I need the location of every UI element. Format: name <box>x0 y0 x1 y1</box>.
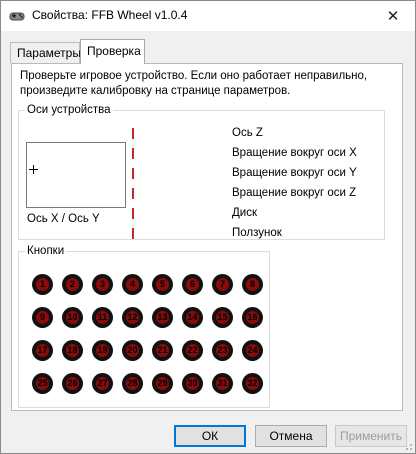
device-axes-group: Оси устройства Ось X / Ось Y Ось Z Враще… <box>18 104 385 240</box>
button-indicator: 29 <box>152 373 173 394</box>
axis-indicator-rz <box>132 188 134 199</box>
button-indicator: 11 <box>92 307 113 328</box>
title-bar: Свойства: FFB Wheel v1.0.4 ✕ <box>1 1 415 31</box>
button-indicator: 17 <box>32 340 53 361</box>
button-indicator: 13 <box>152 307 173 328</box>
button-number: 7 <box>219 279 225 289</box>
button-indicator: 18 <box>62 340 83 361</box>
button-number: 24 <box>247 345 258 355</box>
button-indicator: 8 <box>242 274 263 295</box>
button-number: 1 <box>39 279 45 289</box>
button-indicator: 25 <box>32 373 53 394</box>
button-indicator: 1 <box>32 274 53 295</box>
button-indicator: 10 <box>62 307 83 328</box>
button-number: 11 <box>97 312 108 322</box>
button-indicator: 28 <box>122 373 143 394</box>
game-controller-icon <box>9 12 25 21</box>
button-indicator: 30 <box>182 373 203 394</box>
button-number: 17 <box>37 345 48 355</box>
cancel-button[interactable]: Отмена <box>255 425 327 447</box>
button-indicator: 31 <box>212 373 233 394</box>
tab-panel-test: Проверьте игровое устройство. Если оно р… <box>11 63 403 411</box>
button-indicator: 23 <box>212 340 233 361</box>
axis-label-rz: Вращение вокруг оси Z <box>232 187 357 199</box>
xy-axis-display <box>26 142 126 208</box>
axis-label-ry: Вращение вокруг оси Y <box>232 167 357 179</box>
button-number: 8 <box>249 279 255 289</box>
button-number: 26 <box>67 378 78 388</box>
button-number: 15 <box>217 312 228 322</box>
apply-button[interactable]: Применить <box>335 425 407 447</box>
button-number: 12 <box>127 312 138 322</box>
button-indicator: 4 <box>122 274 143 295</box>
button-indicator: 2 <box>62 274 83 295</box>
buttons-group: Кнопки 1 2 3 4 5 6 7 8 9 10 11 12 13 14 15 16 17 18 19 20 21… <box>18 245 270 408</box>
axis-indicator-slider <box>132 228 134 239</box>
close-icon: ✕ <box>386 8 400 25</box>
button-number: 13 <box>157 312 168 322</box>
button-number: 2 <box>69 279 75 289</box>
button-indicator: 9 <box>32 307 53 328</box>
properties-window: Свойства: FFB Wheel v1.0.4 ✕ Параметры П… <box>0 0 416 454</box>
tab-test[interactable]: Проверка <box>80 39 145 64</box>
button-number: 4 <box>129 279 135 289</box>
xy-axis-caption: Ось X / Ось Y <box>27 213 100 225</box>
description-text: Проверьте игровое устройство. Если оно р… <box>20 70 368 97</box>
button-indicator: 3 <box>92 274 113 295</box>
axis-indicator-dial <box>132 208 134 219</box>
button-indicator: 16 <box>242 307 263 328</box>
resize-grip-icon[interactable] <box>403 441 413 451</box>
button-number: 23 <box>217 345 228 355</box>
button-number: 29 <box>157 378 168 388</box>
axis-indicator-z <box>132 128 134 139</box>
axis-indicator-rx <box>132 148 134 159</box>
button-number: 22 <box>187 345 198 355</box>
axis-indicator-ry <box>132 168 134 179</box>
button-number: 19 <box>97 345 108 355</box>
axis-label-dial: Диск <box>232 207 257 219</box>
tab-parameters[interactable]: Параметры <box>10 42 81 63</box>
button-indicator: 15 <box>212 307 233 328</box>
button-number: 5 <box>159 279 165 289</box>
button-number: 3 <box>99 279 105 289</box>
axis-label-slider: Ползунок <box>232 227 282 239</box>
window-title: Свойства: FFB Wheel v1.0.4 <box>32 8 188 22</box>
button-indicator: 12 <box>122 307 143 328</box>
button-indicator: 5 <box>152 274 173 295</box>
button-indicator: 24 <box>242 340 263 361</box>
button-indicator: 27 <box>92 373 113 394</box>
button-indicator: 22 <box>182 340 203 361</box>
button-number: 28 <box>127 378 138 388</box>
button-indicator: 26 <box>62 373 83 394</box>
button-number: 20 <box>127 345 138 355</box>
button-number: 16 <box>247 312 258 322</box>
button-number: 27 <box>97 378 108 388</box>
button-number: 31 <box>217 378 228 388</box>
buttons-group-legend: Кнопки <box>27 245 65 257</box>
axis-label-rx: Вращение вокруг оси X <box>232 147 357 159</box>
crosshair-icon <box>29 165 38 174</box>
close-button[interactable]: ✕ <box>371 1 415 31</box>
button-indicator: 20 <box>122 340 143 361</box>
button-indicator: 19 <box>92 340 113 361</box>
button-number: 9 <box>39 312 45 322</box>
button-number: 30 <box>187 378 198 388</box>
button-number: 32 <box>247 378 258 388</box>
button-indicator: 32 <box>242 373 263 394</box>
button-indicator: 6 <box>182 274 203 295</box>
button-number: 18 <box>67 345 78 355</box>
button-indicator: 7 <box>212 274 233 295</box>
button-indicator: 21 <box>152 340 173 361</box>
button-indicator: 14 <box>182 307 203 328</box>
button-number: 6 <box>189 279 195 289</box>
ok-button[interactable]: ОК <box>174 425 246 447</box>
button-number: 14 <box>187 312 198 322</box>
button-number: 10 <box>67 312 78 322</box>
axes-group-legend: Оси устройства <box>27 104 111 116</box>
button-number: 25 <box>37 378 48 388</box>
axis-label-z: Ось Z <box>232 127 263 139</box>
button-number: 21 <box>157 345 168 355</box>
